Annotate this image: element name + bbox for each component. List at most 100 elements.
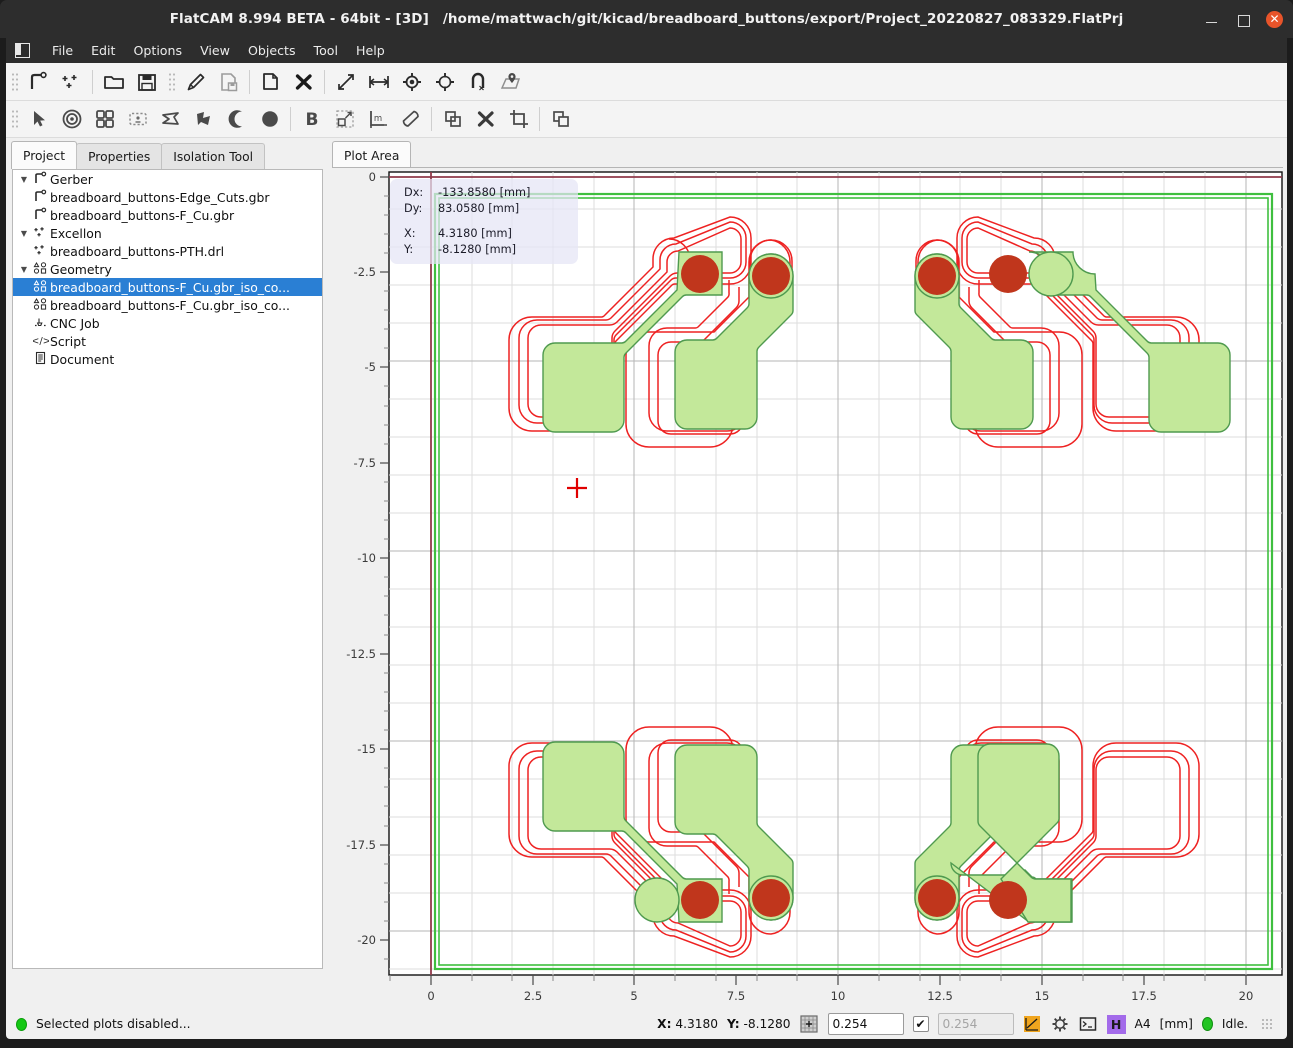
svg-text:-12.5: -12.5 <box>346 647 376 661</box>
snap-magnet-icon[interactable] <box>461 66 494 97</box>
menu-help[interactable]: Help <box>347 41 394 60</box>
tree-item-f-cu-gbr[interactable]: breadboard_buttons-F_Cu.gbr <box>13 206 322 224</box>
menu-objects[interactable]: Objects <box>239 41 305 60</box>
delete-x-icon[interactable] <box>287 66 320 97</box>
plot-tabbar: Plot Area <box>332 141 410 169</box>
excellon-icon <box>31 225 50 242</box>
tree-item-gerber-group[interactable]: ▼ Gerber <box>13 170 322 188</box>
resize-grip[interactable] <box>1261 1018 1273 1030</box>
svg-text:2.5: 2.5 <box>524 989 542 1003</box>
main-frame: B m <box>6 63 1287 1009</box>
tree-label: Gerber <box>50 172 93 187</box>
hud-toggle-button[interactable]: H <box>1107 1015 1126 1034</box>
menu-edit[interactable]: Edit <box>82 41 124 60</box>
toolbar-separator-3 <box>324 70 325 94</box>
toolbar2-grip[interactable] <box>10 108 19 130</box>
axis-toggle-icon[interactable] <box>1023 1015 1042 1034</box>
tree-item-document[interactable]: Document <box>13 350 322 368</box>
toolbar2-separator-2 <box>431 107 432 131</box>
copy-object-icon[interactable] <box>254 66 287 97</box>
tree-item-cnc-job[interactable]: CNC Job <box>13 314 322 332</box>
gear-icon[interactable] <box>1051 1015 1070 1034</box>
toolbar-grip[interactable] <box>10 71 19 93</box>
intersection-x-icon[interactable] <box>469 104 502 135</box>
app-state-label: Idle. <box>1222 1017 1248 1031</box>
select-arrow-icon[interactable] <box>22 104 55 135</box>
add-path-icon[interactable] <box>154 104 187 135</box>
terminal-icon[interactable] <box>1079 1015 1098 1034</box>
pcb-plot-svg: 0 -2.5 -5 -7.5 -10 -12.5 -15 -17.5 -20 <box>332 168 1283 1006</box>
add-array-icon[interactable] <box>88 104 121 135</box>
minimize-button[interactable] <box>1204 11 1221 28</box>
toolbar2-separator <box>290 107 291 131</box>
buffer-tool-icon[interactable]: m <box>361 104 394 135</box>
tab-plot-area[interactable]: Plot Area <box>332 141 411 169</box>
menu-file[interactable]: File <box>43 41 82 60</box>
expand-arrow-icon[interactable]: ▼ <box>17 175 31 184</box>
eraser-icon[interactable] <box>394 104 427 135</box>
expand-arrow-icon[interactable]: ▼ <box>17 265 31 274</box>
project-tree[interactable]: ▼ Gerber breadboard_buttons-Edge_Cuts.gb… <box>12 169 323 969</box>
tree-item-script[interactable]: </> Script <box>13 332 322 350</box>
close-button[interactable]: ✕ <box>1266 11 1283 28</box>
zoom-out-target-icon[interactable] <box>428 66 461 97</box>
add-disc-icon[interactable] <box>253 104 286 135</box>
add-semidisc-icon[interactable] <box>220 104 253 135</box>
menu-view[interactable]: View <box>191 41 239 60</box>
menu-tool[interactable]: Tool <box>305 41 347 60</box>
svg-text:17.5: 17.5 <box>1131 989 1157 1003</box>
plot-area[interactable]: 0 -2.5 -5 -7.5 -10 -12.5 -15 -17.5 -20 <box>332 167 1283 1005</box>
units-label[interactable]: [mm] <box>1160 1017 1193 1031</box>
svg-text:B: B <box>305 110 318 130</box>
tree-item-edge-cuts[interactable]: breadboard_buttons-Edge_Cuts.gbr <box>13 188 322 206</box>
left-panel: Project Properties Isolation Tool ▼ Gerb… <box>6 138 328 1009</box>
svg-text:-7.5: -7.5 <box>354 456 376 470</box>
svg-text:15: 15 <box>1035 989 1050 1003</box>
add-circle-icon[interactable] <box>55 104 88 135</box>
open-folder-icon[interactable] <box>97 66 130 97</box>
page-size-label[interactable]: A4 <box>1135 1017 1151 1031</box>
app-title: FlatCAM 8.994 BETA - 64bit - [3D] <box>170 11 429 27</box>
zoom-fit-icon[interactable] <box>329 66 362 97</box>
new-excellon-icon[interactable] <box>55 66 88 97</box>
geometry-icon <box>31 261 50 278</box>
menu-options[interactable]: Options <box>124 41 191 60</box>
edit-pencil-icon[interactable] <box>179 66 212 97</box>
add-region-dashed-icon[interactable] <box>121 104 154 135</box>
zoom-in-target-icon[interactable] <box>395 66 428 97</box>
subtract-icon[interactable] <box>544 104 577 135</box>
toolbar-grip-2[interactable] <box>167 71 176 93</box>
expand-arrow-icon[interactable]: ▼ <box>17 229 31 238</box>
add-polygon-icon[interactable] <box>187 104 220 135</box>
grid-icon[interactable] <box>800 1015 819 1034</box>
gerber-icon <box>31 207 50 224</box>
app-logo-icon <box>15 43 30 58</box>
save-object-icon[interactable] <box>212 66 245 97</box>
tree-item-iso-geometry-2[interactable]: breadboard_buttons-F_Cu.gbr_iso_co... <box>13 296 322 314</box>
svg-text:-10: -10 <box>357 551 376 565</box>
tree-item-excellon-group[interactable]: ▼ Excellon <box>13 224 322 242</box>
tab-project[interactable]: Project <box>11 141 77 169</box>
tree-item-pth-drl[interactable]: breadboard_buttons-PTH.drl <box>13 242 322 260</box>
grid-x-input[interactable]: 0.254 <box>828 1013 904 1035</box>
left-panel-tabs: Project Properties Isolation Tool <box>11 141 264 169</box>
svg-text:-5: -5 <box>365 360 376 374</box>
toolbar-separator-2 <box>249 70 250 94</box>
svg-text:0: 0 <box>369 170 376 184</box>
grid-link-checkbox[interactable]: ✔ <box>913 1016 929 1032</box>
transform-icon[interactable] <box>328 104 361 135</box>
save-icon[interactable] <box>130 66 163 97</box>
tree-item-iso-geometry-1[interactable]: breadboard_buttons-F_Cu.gbr_iso_co... <box>13 278 322 296</box>
grid-y-input[interactable]: 0.254 <box>938 1013 1014 1035</box>
add-text-b-icon[interactable]: B <box>295 104 328 135</box>
maximize-button[interactable] <box>1235 11 1252 28</box>
locate-pin-icon[interactable] <box>494 66 527 97</box>
union-icon[interactable] <box>436 104 469 135</box>
tab-isolation-tool[interactable]: Isolation Tool <box>161 143 265 169</box>
tab-properties[interactable]: Properties <box>76 143 162 169</box>
measure-distance-icon[interactable] <box>362 66 395 97</box>
new-geometry-icon[interactable] <box>22 66 55 97</box>
pcb-canvas[interactable]: 0 -2.5 -5 -7.5 -10 -12.5 -15 -17.5 -20 <box>332 168 1283 1006</box>
tree-item-geometry-group[interactable]: ▼ Geometry <box>13 260 322 278</box>
crop-icon[interactable] <box>502 104 535 135</box>
